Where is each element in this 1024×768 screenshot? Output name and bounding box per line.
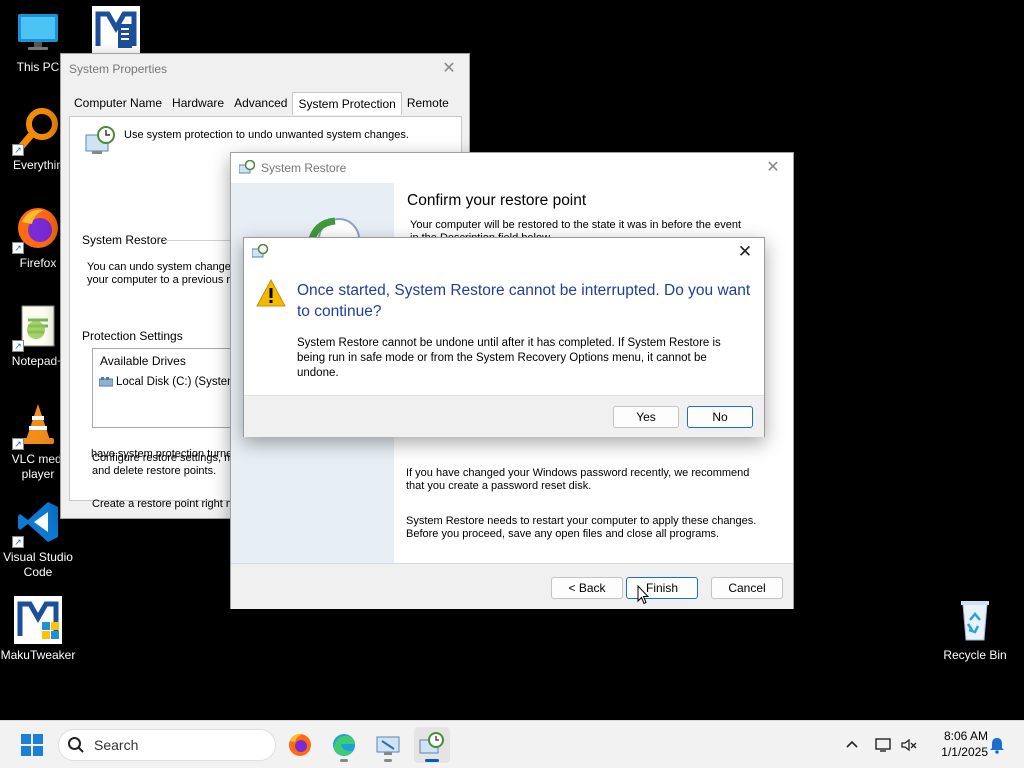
firefox-icon: ↗ bbox=[12, 204, 62, 254]
shortcut-arrow-icon: ↗ bbox=[12, 242, 24, 254]
shortcut-arrow-icon: ↗ bbox=[12, 438, 24, 450]
tab-advanced[interactable]: Advanced bbox=[229, 92, 292, 115]
tab-computer-name[interactable]: Computer Name bbox=[69, 92, 167, 115]
firefox-icon bbox=[289, 733, 311, 756]
desktop-icon-label: Visual Studio Code bbox=[3, 550, 73, 579]
shortcut-arrow-icon: ↗ bbox=[12, 340, 24, 352]
system-restore-text-1: You can undo system changes bbox=[87, 261, 237, 273]
network-icon[interactable] bbox=[873, 735, 893, 755]
taskbar-search[interactable]: Search bbox=[58, 729, 276, 761]
taskbar: Search 8:06 AM 1/1/2025 bbox=[0, 720, 1024, 768]
search-icon bbox=[67, 736, 85, 754]
taskbar-system-properties[interactable] bbox=[370, 727, 406, 763]
running-indicator bbox=[340, 759, 348, 762]
restart-text-2: Before you proceed, save any open files … bbox=[406, 528, 720, 540]
drive-item[interactable]: Local Disk (C:) (System) bbox=[116, 376, 241, 389]
create-text-2: have system protection turned bbox=[91, 448, 239, 460]
drive-icon bbox=[98, 376, 114, 387]
makutweaker-icon bbox=[92, 6, 140, 54]
yes-button[interactable]: Yes bbox=[613, 406, 679, 428]
system-restore-icon bbox=[419, 732, 444, 754]
notepadpp-icon: ↗ bbox=[12, 302, 62, 352]
taskbar-firefox[interactable] bbox=[282, 727, 318, 763]
monitor-icon bbox=[14, 8, 62, 56]
desktop-icon-makutweaker-top[interactable] bbox=[78, 6, 154, 58]
volume-muted-icon[interactable] bbox=[899, 735, 919, 755]
dialog-question-line-1: Once started, System Restore cannot be i… bbox=[297, 282, 751, 299]
clock-time: 8:06 AM bbox=[943, 729, 988, 743]
configure-text-2: and delete restore points. bbox=[92, 465, 217, 477]
system-protection-icon bbox=[84, 125, 116, 157]
windows-logo-icon bbox=[21, 734, 43, 756]
desktop-icon-makutweaker[interactable]: MakuTweaker bbox=[0, 596, 76, 663]
edge-icon bbox=[333, 734, 355, 756]
no-button[interactable]: No bbox=[687, 406, 753, 428]
taskbar-edge[interactable] bbox=[326, 727, 362, 763]
restore-footer: < Back Finish Cancel bbox=[231, 563, 793, 609]
dialog-body: System Restore cannot be undone until af… bbox=[297, 336, 747, 381]
close-icon[interactable]: ✕ bbox=[437, 58, 461, 80]
tab-bar: Computer Name Hardware Advanced System P… bbox=[69, 92, 454, 115]
drives-list[interactable]: Available Drives Local Disk (C:) (System… bbox=[92, 348, 242, 428]
system-restore-text-2: your computer to a previous res bbox=[87, 274, 242, 286]
password-text-2: that you create a password reset disk. bbox=[406, 480, 592, 492]
makutweaker-icon bbox=[14, 596, 62, 644]
recycle-bin-icon bbox=[951, 596, 999, 644]
titlebar: System Restore ✕ bbox=[231, 153, 793, 183]
confirm-dialog: ✕ Once started, System Restore cannot be… bbox=[243, 237, 765, 437]
dialog-body-line-2: being run in safe mode or from the Syste… bbox=[297, 352, 707, 364]
clock[interactable]: 8:06 AM 1/1/2025 bbox=[926, 728, 988, 760]
desktop-icon-label: Recycle Bin bbox=[943, 648, 1007, 662]
dialog-body-line-3: undone. bbox=[297, 367, 339, 379]
dialog-body-line-1: System Restore cannot be undone until af… bbox=[297, 337, 721, 349]
running-indicator bbox=[384, 759, 392, 762]
back-button[interactable]: < Back bbox=[551, 577, 623, 599]
vscode-icon: ↗ bbox=[12, 498, 62, 548]
dialog-question: Once started, System Restore cannot be i… bbox=[297, 280, 757, 322]
system-properties-icon bbox=[376, 736, 400, 755]
desktop-icon-label: MakuTweaker bbox=[0, 648, 76, 662]
desktop-icon-recycle-bin[interactable]: Recycle Bin bbox=[937, 596, 1013, 663]
close-icon[interactable]: ✕ bbox=[761, 157, 785, 179]
shortcut-arrow-icon: ↗ bbox=[12, 144, 24, 156]
password-text-1: If you have changed your Windows passwor… bbox=[406, 467, 750, 479]
magnifier-icon: ↗ bbox=[12, 106, 62, 156]
shortcut-arrow-icon: ↗ bbox=[12, 536, 24, 548]
dialog-footer: Yes No bbox=[244, 395, 764, 437]
window-title: System Restore bbox=[261, 161, 347, 175]
restore-line-1: Your computer will be restored to the st… bbox=[410, 219, 741, 231]
system-restore-title-icon bbox=[238, 159, 256, 176]
close-icon[interactable]: ✕ bbox=[732, 241, 758, 263]
dialog-title-icon bbox=[251, 243, 269, 260]
notification-bell-icon[interactable] bbox=[987, 735, 1007, 755]
restart-text-1: System Restore needs to restart your com… bbox=[406, 515, 757, 527]
tab-hardware[interactable]: Hardware bbox=[167, 92, 229, 115]
mouse-cursor-icon bbox=[637, 584, 650, 605]
system-restore-group-label: System Restore bbox=[82, 233, 168, 247]
running-indicator bbox=[425, 759, 439, 762]
clock-date: 1/1/2025 bbox=[941, 745, 988, 759]
chevron-up-icon[interactable] bbox=[842, 735, 862, 755]
titlebar: System Properties ✕ bbox=[61, 54, 469, 84]
search-placeholder: Search bbox=[94, 737, 139, 753]
available-drives-header: Available Drives bbox=[100, 354, 186, 368]
create-text-1: Create a restore point right no bbox=[92, 498, 239, 510]
start-button[interactable] bbox=[14, 729, 50, 761]
dialog-question-line-2: to continue? bbox=[297, 303, 382, 320]
taskbar-system-restore[interactable] bbox=[414, 727, 450, 763]
warning-icon bbox=[256, 278, 286, 307]
tab-remote[interactable]: Remote bbox=[402, 92, 454, 115]
vlc-cone-icon: ↗ bbox=[12, 400, 62, 450]
protection-settings-label: Protection Settings bbox=[82, 329, 183, 343]
tab-system-protection[interactable]: System Protection bbox=[292, 92, 402, 115]
restore-heading: Confirm your restore point bbox=[407, 192, 587, 209]
cancel-button[interactable]: Cancel bbox=[711, 577, 783, 599]
intro-text: Use system protection to undo unwanted s… bbox=[124, 129, 409, 141]
window-title: System Properties bbox=[69, 62, 168, 76]
